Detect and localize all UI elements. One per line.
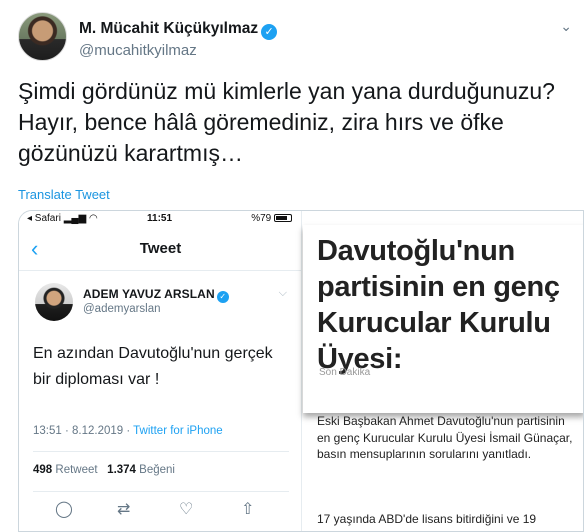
article-screenshot[interactable]: Davutoğlu'nun partisinin en genç Kurucul… xyxy=(303,211,583,531)
battery-icon xyxy=(274,214,292,222)
quoted-meta: 13:51 · 8.12.2019 · Twitter for iPhone xyxy=(33,425,223,437)
quoted-client: Twitter for iPhone xyxy=(133,425,223,437)
like-icon: ♡ xyxy=(179,501,194,518)
tweet-text: Şimdi gördünüz mü kimlerle yan yana durd… xyxy=(18,78,555,166)
quoted-action-bar: ◯ ⇄ ♡ ⇧ xyxy=(19,499,302,525)
headline-card: Davutoğlu'nun partisinin en genç Kurucul… xyxy=(303,225,583,413)
article-headline: Davutoğlu'nun partisinin en genç Kurucul… xyxy=(317,235,560,375)
author-avatar[interactable] xyxy=(18,12,67,61)
chevron-down-icon: ⌵ xyxy=(278,287,287,299)
status-time: 11:51 xyxy=(147,213,173,224)
translate-tweet-link[interactable]: Translate Tweet xyxy=(18,187,110,202)
phone-nav-bar: ‹ Tweet xyxy=(19,227,302,271)
status-battery: %79 xyxy=(251,213,292,224)
divider xyxy=(33,491,289,492)
author-handle[interactable]: @mucahitkyilmaz xyxy=(79,42,197,59)
divider xyxy=(33,451,289,452)
verified-badge-icon: ✓ xyxy=(216,291,229,303)
tweet-media[interactable]: ◂ Safari ▂▄▆ ◠ 11:51 %79 ‹ Tweet ADEM YA… xyxy=(18,210,584,532)
wifi-icon: ◠ xyxy=(88,213,98,224)
share-icon: ⇧ xyxy=(241,501,255,518)
tweet-header: M. Mücahit Küçükyılmaz ✓ @mucahitkyilmaz … xyxy=(18,12,578,62)
like-label: Beğeni xyxy=(139,464,175,476)
source-tag: Son Dakika xyxy=(319,367,371,378)
like-count: 1.374 xyxy=(107,464,136,476)
phone-status-bar: ◂ Safari ▂▄▆ ◠ 11:51 %79 xyxy=(19,211,302,227)
reply-icon: ◯ xyxy=(55,501,73,518)
quoted-handle: @ademyarslan xyxy=(83,303,161,315)
signal-icon: ▂▄▆ xyxy=(63,213,87,224)
verified-badge-icon: ✓ xyxy=(261,24,278,40)
phone-screenshot[interactable]: ◂ Safari ▂▄▆ ◠ 11:51 %79 ‹ Tweet ADEM YA… xyxy=(19,211,302,531)
nav-title: Tweet xyxy=(139,240,182,257)
article-paragraph-1: Eski Başbakan Ahmet Davutoğlu'nun partis… xyxy=(317,414,573,461)
chevron-down-icon[interactable]: ⌄ xyxy=(560,18,572,35)
quoted-name: ADEM YAVUZ ARSLAN xyxy=(83,287,215,301)
retweet-label: Retweet xyxy=(55,464,98,476)
quoted-stats: 498 Retweet 1.374 Beğeni xyxy=(33,464,175,476)
retweet-count: 498 xyxy=(33,464,53,476)
status-carrier: ◂ Safari ▂▄▆ ◠ xyxy=(27,213,98,224)
quoted-name-row: ADEM YAVUZ ARSLAN ✓ xyxy=(83,287,229,303)
retweet-icon: ⇄ xyxy=(117,501,131,518)
author-name-row[interactable]: M. Mücahit Küçükyılmaz ✓ xyxy=(79,20,278,40)
quoted-text: En azından Davutoğlu'nun gerçek bir dipl… xyxy=(33,345,273,388)
author-name[interactable]: M. Mücahit Küçükyılmaz xyxy=(79,20,258,37)
article-paragraph-2: 17 yaşında ABD'de lisans bitirdiğini ve … xyxy=(317,512,537,526)
quoted-avatar xyxy=(35,283,73,321)
quoted-timestamp: 13:51 · 8.12.2019 · xyxy=(33,425,134,437)
